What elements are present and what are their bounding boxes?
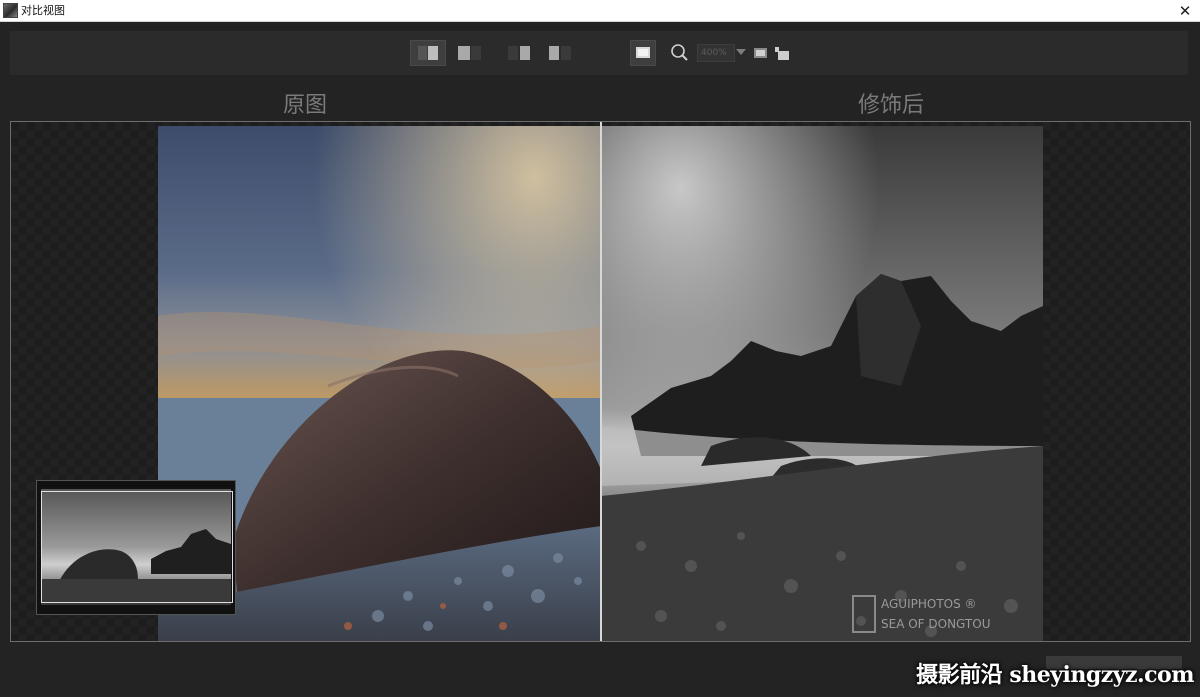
original-pane-label: 原图 <box>283 93 328 118</box>
modified-photo[interactable]: AGUIPHOTOS ® SEA OF DONGTOU <box>601 126 1043 641</box>
photo-watermark-line2: SEA OF DONGTOU <box>881 617 990 631</box>
single-view-button[interactable] <box>630 40 656 66</box>
navigator-view-frame[interactable] <box>41 491 233 603</box>
close-button[interactable]: ✕ <box>1170 0 1200 21</box>
navigator-panel[interactable] <box>36 480 236 615</box>
split-lr-icon <box>418 46 438 60</box>
single-view-icon <box>636 47 650 58</box>
zoom-level-field[interactable]: 400% <box>697 44 735 62</box>
split-view-left-only-button[interactable] <box>453 40 487 66</box>
magnifier-icon <box>671 44 688 61</box>
site-watermark: 摄影前沿 sheyingzyz.com <box>916 662 1194 688</box>
split-left-icon <box>458 46 481 60</box>
photo-watermark-line1: AGUIPHOTOS ® <box>881 597 977 611</box>
hand-icon <box>775 47 789 60</box>
compare-viewer[interactable]: AGUIPHOTOS ® SEA OF DONGTOU <box>10 121 1191 642</box>
split-view-left-right-button[interactable] <box>410 40 446 66</box>
side-by-side-both-button[interactable] <box>544 40 578 66</box>
split-both-icon <box>549 46 571 60</box>
window-titlebar: 对比视图 ✕ <box>0 0 1200 22</box>
toolbar: 400% <box>10 31 1188 75</box>
side-by-side-right-button[interactable] <box>503 40 537 66</box>
pan-button[interactable] <box>773 40 793 66</box>
split-divider-handle[interactable] <box>600 122 602 641</box>
modified-pane-label: 修饰后 <box>858 93 925 118</box>
fit-icon <box>754 48 767 58</box>
window-title: 对比视图 <box>21 4 65 17</box>
zoom-button[interactable] <box>666 40 692 66</box>
app-icon <box>3 3 18 18</box>
split-right-icon <box>508 46 530 60</box>
fit-window-button[interactable] <box>752 40 770 66</box>
zoom-dropdown-chevron-down-icon[interactable] <box>736 49 746 55</box>
